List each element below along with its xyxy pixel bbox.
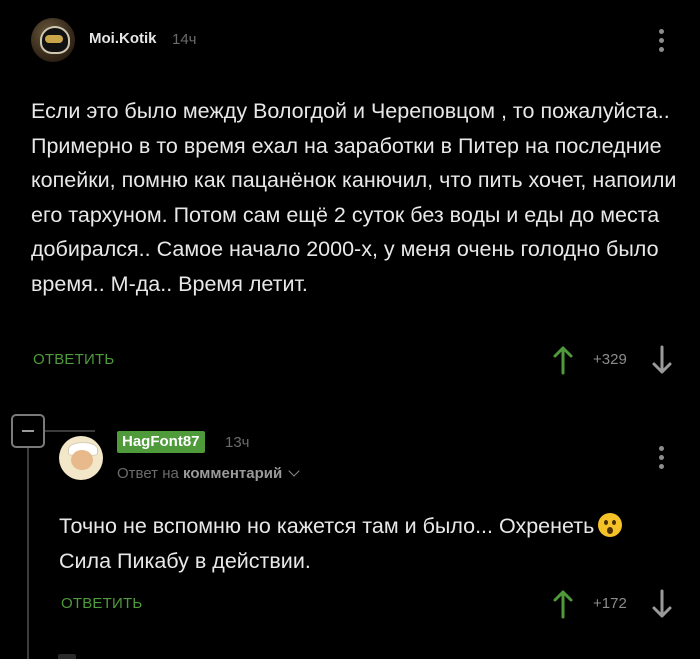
reply-to-target[interactable]: комментарий xyxy=(183,465,282,482)
comment-author[interactable]: Moi.Kotik xyxy=(89,30,157,47)
comment-text-line2: Сила Пикабу в действии. xyxy=(59,548,311,573)
reply-to-link[interactable]: Ответ на комментарий xyxy=(117,465,300,482)
thread-connector xyxy=(45,430,95,432)
comment-time: 14ч xyxy=(172,31,197,48)
comment-author[interactable]: HagFont87 xyxy=(117,431,205,453)
reply-button[interactable]: ОТВЕТИТЬ xyxy=(33,351,114,368)
astonished-face-icon xyxy=(598,513,623,537)
downvote-arrow-icon[interactable] xyxy=(651,345,673,375)
chevron-down-icon[interactable] xyxy=(288,465,300,477)
comments-page: Moi.Kotik 14ч Если это было между Вологд… xyxy=(0,0,700,659)
upvote-arrow-icon[interactable] xyxy=(552,589,574,619)
user-avatar[interactable] xyxy=(59,436,103,480)
more-options-icon[interactable] xyxy=(659,446,665,473)
comment-text: Точно не вспомню но кажется там и было..… xyxy=(59,509,689,578)
comment-time: 13ч xyxy=(225,434,250,451)
more-options-icon[interactable] xyxy=(659,29,665,56)
upvote-arrow-icon[interactable] xyxy=(552,345,574,375)
downvote-arrow-icon[interactable] xyxy=(651,589,673,619)
comment-text-line1: Точно не вспомню но кажется там и было..… xyxy=(59,514,595,538)
collapse-thread-button[interactable] xyxy=(11,414,45,448)
reply-to-prefix: Ответ на xyxy=(117,465,179,482)
visor-icon xyxy=(45,35,63,43)
next-comment-avatar-stub xyxy=(58,654,76,659)
thread-line[interactable] xyxy=(27,448,29,659)
user-avatar[interactable] xyxy=(31,18,75,62)
comment-text: Если это было между Вологдой и Череповцо… xyxy=(31,99,677,296)
rating-score: +172 xyxy=(593,595,627,612)
rating-score: +329 xyxy=(593,351,627,368)
face-icon xyxy=(71,450,93,470)
reply-button[interactable]: ОТВЕТИТЬ xyxy=(61,595,142,612)
